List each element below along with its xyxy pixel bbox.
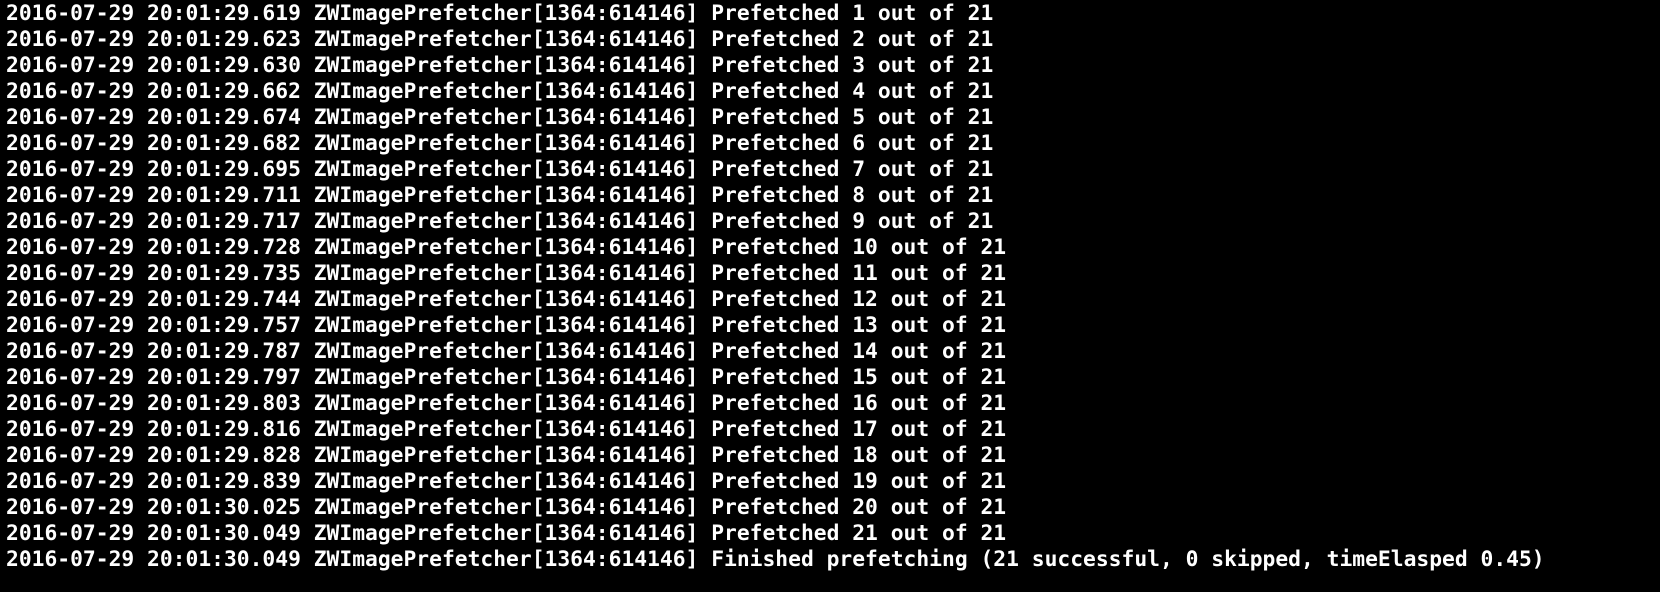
log-line: 2016-07-29 20:01:29.744 ZWImagePrefetche… xyxy=(6,287,1007,312)
log-line: 2016-07-29 20:01:29.623 ZWImagePrefetche… xyxy=(6,27,994,52)
log-line: 2016-07-29 20:01:29.717 ZWImagePrefetche… xyxy=(6,209,994,234)
terminal-window[interactable]: 2016-07-29 20:01:29.619 ZWImagePrefetche… xyxy=(0,0,1660,592)
log-line: 2016-07-29 20:01:29.816 ZWImagePrefetche… xyxy=(6,417,1007,442)
log-line: 2016-07-29 20:01:29.674 ZWImagePrefetche… xyxy=(6,105,994,130)
log-line: 2016-07-29 20:01:29.757 ZWImagePrefetche… xyxy=(6,313,1007,338)
log-line: 2016-07-29 20:01:29.797 ZWImagePrefetche… xyxy=(6,365,1007,390)
log-line: 2016-07-29 20:01:29.630 ZWImagePrefetche… xyxy=(6,53,994,78)
log-line: 2016-07-29 20:01:29.619 ZWImagePrefetche… xyxy=(6,1,994,26)
log-line-finished: 2016-07-29 20:01:30.049 ZWImagePrefetche… xyxy=(6,547,1545,572)
log-line: 2016-07-29 20:01:29.735 ZWImagePrefetche… xyxy=(6,261,1007,286)
log-line: 2016-07-29 20:01:29.682 ZWImagePrefetche… xyxy=(6,131,994,156)
log-line: 2016-07-29 20:01:30.025 ZWImagePrefetche… xyxy=(6,495,1007,520)
log-line: 2016-07-29 20:01:29.803 ZWImagePrefetche… xyxy=(6,391,1007,416)
log-line: 2016-07-29 20:01:29.695 ZWImagePrefetche… xyxy=(6,157,994,182)
log-line: 2016-07-29 20:01:29.828 ZWImagePrefetche… xyxy=(6,443,1007,468)
log-line: 2016-07-29 20:01:29.839 ZWImagePrefetche… xyxy=(6,469,1007,494)
log-line: 2016-07-29 20:01:29.662 ZWImagePrefetche… xyxy=(6,79,994,104)
log-line: 2016-07-29 20:01:29.711 ZWImagePrefetche… xyxy=(6,183,994,208)
log-line: 2016-07-29 20:01:29.787 ZWImagePrefetche… xyxy=(6,339,1007,364)
log-line: 2016-07-29 20:01:29.728 ZWImagePrefetche… xyxy=(6,235,1007,260)
log-line: 2016-07-29 20:01:30.049 ZWImagePrefetche… xyxy=(6,521,1007,546)
console-log-output: 2016-07-29 20:01:29.619 ZWImagePrefetche… xyxy=(6,0,1660,573)
